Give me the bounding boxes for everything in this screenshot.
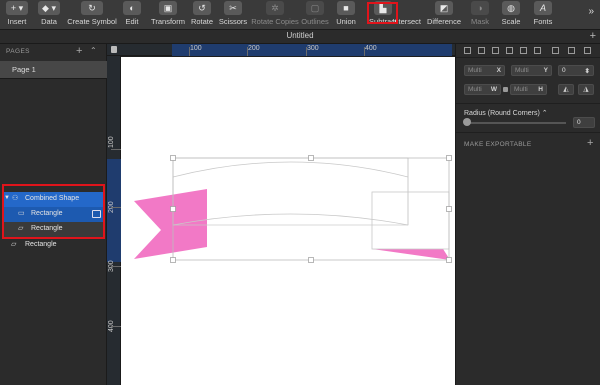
collapse-pages-icon[interactable]: ⌃ bbox=[90, 46, 97, 55]
radius-field[interactable]: 0 bbox=[573, 117, 595, 128]
radius-slider-knob[interactable] bbox=[463, 118, 471, 126]
rotation-field[interactable]: 0 ⬍ bbox=[558, 65, 594, 76]
rectangle-layer-icon: ▱ bbox=[11, 241, 17, 248]
ruler-horizontal[interactable]: 100 200 300 400 bbox=[107, 44, 455, 56]
fonts-button[interactable]: A Fonts bbox=[531, 1, 555, 26]
lock-ratio-icon[interactable] bbox=[503, 87, 508, 92]
insert-icon: + ▾ bbox=[6, 1, 28, 15]
make-exportable-label: MAKE EXPORTABLE bbox=[464, 141, 532, 148]
highlight-box-layers bbox=[2, 184, 105, 239]
tidy-icon[interactable] bbox=[584, 47, 591, 54]
align-right-icon[interactable] bbox=[492, 47, 499, 54]
outlines-button[interactable]: ▢ Outlines bbox=[300, 1, 330, 26]
rotation-stepper-icon[interactable]: ⬍ bbox=[585, 67, 590, 75]
x-position-field[interactable]: Multi X bbox=[464, 65, 505, 76]
layer-rectangle[interactable]: ▱ Rectangle bbox=[2, 238, 105, 253]
union-icon: ■ bbox=[337, 1, 355, 15]
rotate-icon: ↺ bbox=[193, 1, 211, 15]
create-symbol-icon: ↻ bbox=[81, 1, 103, 15]
difference-button[interactable]: ◩ Difference bbox=[425, 1, 463, 26]
rotate-copies-button[interactable]: ✲ Rotate Copies bbox=[251, 1, 299, 26]
scale-icon: ◍ bbox=[502, 1, 520, 15]
layers-panel: PAGES + ⌃ Page 1 ▼ ⚇ Combined Shape ▭ Re… bbox=[0, 44, 107, 385]
document-title: Untitled bbox=[286, 31, 314, 40]
data-icon: ◆ ▾ bbox=[38, 1, 60, 15]
fonts-icon: A bbox=[534, 1, 552, 15]
document-title-bar: Untitled + bbox=[0, 30, 600, 44]
height-field[interactable]: Multi H bbox=[510, 84, 547, 95]
edit-icon: ◐ bbox=[123, 1, 141, 15]
ruler-vertical[interactable]: 100 200 300 400 bbox=[107, 56, 121, 385]
ribbon-left-end[interactable] bbox=[134, 189, 207, 259]
radius-slider-track[interactable] bbox=[466, 122, 566, 124]
transform-button[interactable]: ▣ Transform bbox=[149, 1, 187, 26]
sketch-window: + ▾ Insert ◆ ▾ Data ↻ Create Symbol ◐ Ed… bbox=[0, 0, 600, 385]
canvas-shapes[interactable] bbox=[121, 57, 455, 385]
rotate-copies-icon: ✲ bbox=[266, 1, 284, 15]
mask-icon: ◑ bbox=[471, 1, 489, 15]
more-tools-icon[interactable]: » bbox=[588, 6, 594, 17]
align-bottom-icon[interactable] bbox=[534, 47, 541, 54]
divider bbox=[0, 78, 107, 79]
ribbon-top-curve bbox=[172, 161, 409, 178]
scissors-button[interactable]: ✂ Scissors bbox=[218, 1, 248, 26]
flip-horizontal-icon[interactable]: ◭ bbox=[558, 84, 574, 95]
align-left-icon[interactable] bbox=[464, 47, 471, 54]
flip-vertical-icon[interactable]: ◮ bbox=[578, 84, 594, 95]
alignment-toolbar bbox=[456, 44, 600, 58]
lock-icon bbox=[111, 46, 117, 53]
distribute-vertical-icon[interactable] bbox=[568, 47, 575, 54]
align-top-icon[interactable] bbox=[506, 47, 513, 54]
union-button[interactable]: ■ Union bbox=[333, 1, 359, 26]
scale-button[interactable]: ◍ Scale bbox=[499, 1, 523, 26]
highlight-box-subtract bbox=[367, 2, 398, 24]
width-field[interactable]: Multi W bbox=[464, 84, 501, 95]
toolbar: + ▾ Insert ◆ ▾ Data ↻ Create Symbol ◐ Ed… bbox=[0, 0, 600, 30]
distribute-horizontal-icon[interactable] bbox=[552, 47, 559, 54]
radius-label: Radius (Round Corners) ⌃ bbox=[464, 110, 548, 117]
data-button[interactable]: ◆ ▾ Data bbox=[35, 1, 63, 26]
edit-button[interactable]: ◐ Edit bbox=[121, 1, 143, 26]
insert-button[interactable]: + ▾ Insert bbox=[3, 1, 31, 26]
mask-button[interactable]: ◑ Mask bbox=[468, 1, 492, 26]
rotate-button[interactable]: ↺ Rotate bbox=[188, 1, 216, 26]
y-position-field[interactable]: Multi Y bbox=[511, 65, 552, 76]
page-item[interactable]: Page 1 bbox=[0, 61, 107, 78]
add-page-icon[interactable]: + bbox=[76, 45, 82, 57]
outlines-icon: ▢ bbox=[306, 1, 324, 15]
scissors-icon: ✂ bbox=[224, 1, 242, 15]
inspector-panel: Multi X Multi Y 0 ⬍ Multi W Multi H ◭ ◮ … bbox=[455, 44, 600, 385]
add-tab-icon[interactable]: + bbox=[590, 30, 596, 42]
pages-header: PAGES + ⌃ bbox=[6, 45, 97, 57]
add-export-icon[interactable]: + bbox=[587, 137, 593, 149]
align-middle-icon[interactable] bbox=[520, 47, 527, 54]
difference-icon: ◩ bbox=[435, 1, 453, 15]
transform-icon: ▣ bbox=[159, 1, 177, 15]
align-center-icon[interactable] bbox=[478, 47, 485, 54]
create-symbol-button[interactable]: ↻ Create Symbol bbox=[66, 1, 118, 26]
